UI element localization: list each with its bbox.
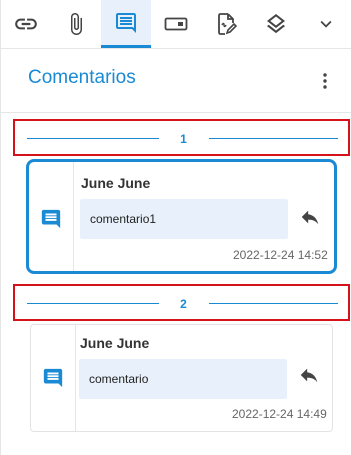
- reply-button[interactable]: [296, 362, 322, 388]
- more-tools-button[interactable]: [301, 0, 350, 48]
- comment-text: comentario1: [80, 199, 288, 239]
- comments-panel: Comentarios 1 June June comentario1 2022…: [0, 0, 351, 455]
- comment-icon: [116, 12, 136, 33]
- separator-line: [27, 303, 159, 304]
- separator-line: [209, 138, 338, 139]
- comment-icon: [41, 209, 61, 229]
- panel-title: Comentarios: [28, 67, 136, 88]
- signature-document-icon: [218, 13, 238, 35]
- more-vertical-icon: [323, 73, 327, 89]
- panel-options-button[interactable]: [315, 69, 335, 93]
- comment-icon: [43, 368, 63, 388]
- group-label: 1: [180, 132, 187, 146]
- link-icon: [15, 18, 37, 30]
- comment-card[interactable]: June June comentario1 2022-12-24 14:52: [26, 159, 337, 274]
- comment-timestamp: 2022-12-24 14:52: [233, 248, 328, 262]
- layers-button[interactable]: [251, 0, 301, 48]
- group-separator-2: 2: [13, 284, 350, 321]
- comment-author: June June: [80, 335, 150, 351]
- signature-button[interactable]: [201, 0, 251, 48]
- comment-timestamp: 2022-12-24 14:49: [232, 407, 327, 421]
- reply-button[interactable]: [297, 204, 323, 230]
- form-field-button[interactable]: [151, 0, 201, 48]
- comment-card[interactable]: June June comentario 2022-12-24 14:49: [30, 324, 333, 432]
- comment-author: June June: [81, 175, 151, 191]
- link-button[interactable]: [1, 0, 51, 48]
- reply-icon: [300, 368, 318, 383]
- panel-header: Comentarios: [1, 49, 351, 113]
- separator-line: [209, 303, 338, 304]
- layers-icon: [267, 14, 285, 34]
- reply-icon: [301, 210, 319, 225]
- attachment-button[interactable]: [51, 0, 101, 48]
- chevron-down-icon: [320, 20, 331, 28]
- toolbar: [1, 0, 351, 49]
- comment-card-rail: [29, 162, 74, 271]
- form-field-icon: [164, 17, 188, 31]
- paperclip-icon: [71, 13, 82, 35]
- comment-text: comentario: [79, 359, 287, 399]
- separator-line: [27, 138, 159, 139]
- group-label: 2: [180, 297, 187, 311]
- group-separator-1: 1: [13, 119, 350, 156]
- comment-card-rail: [31, 325, 76, 431]
- comments-tab-button[interactable]: [101, 0, 151, 48]
